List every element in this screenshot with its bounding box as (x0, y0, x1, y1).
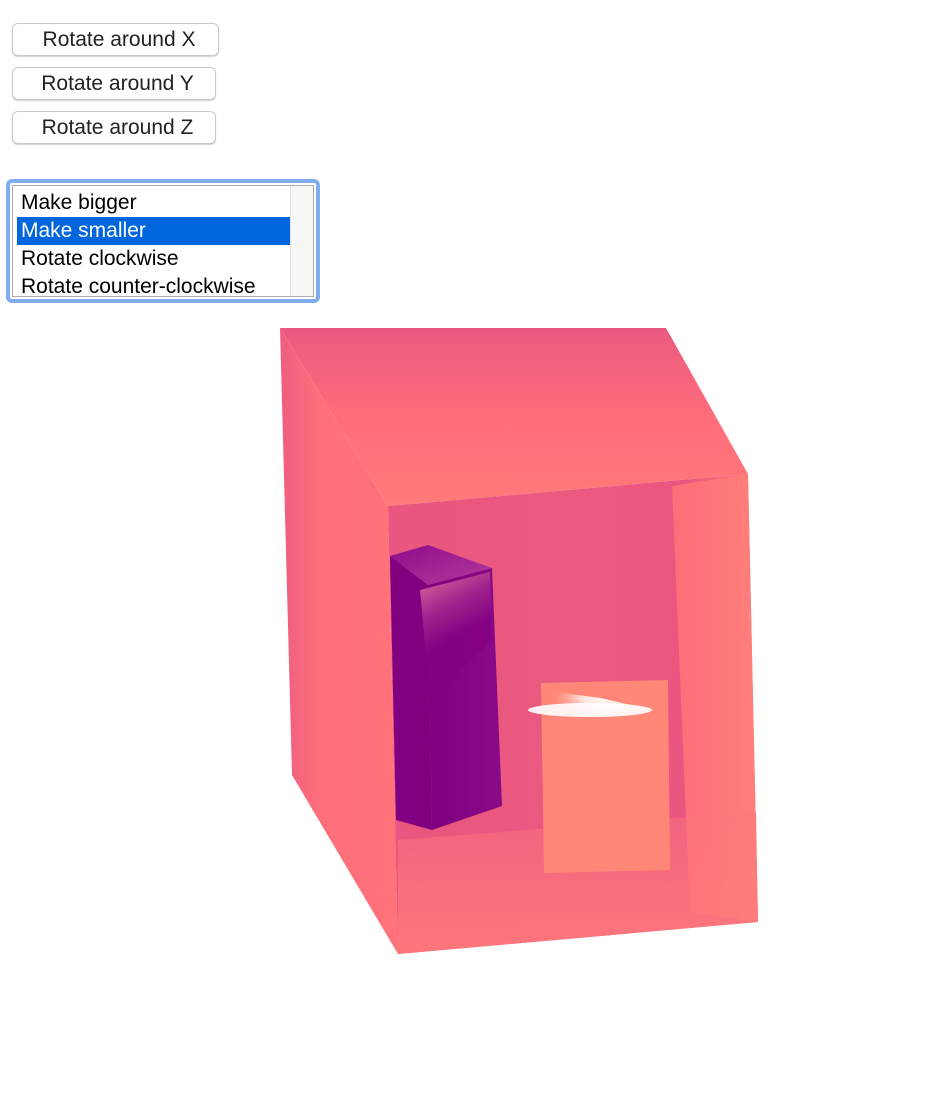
actions-listbox[interactable]: Make bigger Make smaller Rotate clockwis… (6, 179, 320, 303)
listbox-content: Make bigger Make smaller Rotate clockwis… (12, 185, 314, 297)
rotate-y-button[interactable]: Rotate around Y (12, 67, 216, 100)
option-rotate-clockwise[interactable]: Rotate clockwise (17, 245, 293, 273)
option-rotate-counter-clockwise[interactable]: Rotate counter-clockwise (17, 273, 293, 296)
option-make-bigger[interactable]: Make bigger (17, 189, 293, 217)
3d-scene-canvas[interactable] (0, 0, 942, 1116)
listbox-scrollbar[interactable] (290, 186, 313, 296)
rotate-z-button[interactable]: Rotate around Z (12, 111, 216, 144)
rotate-x-button[interactable]: Rotate around X (12, 23, 219, 56)
option-make-smaller[interactable]: Make smaller (17, 217, 293, 245)
salmon-panel (528, 680, 670, 873)
panel-specular (528, 703, 652, 717)
open-box (280, 328, 758, 954)
purple-prism (390, 545, 502, 830)
